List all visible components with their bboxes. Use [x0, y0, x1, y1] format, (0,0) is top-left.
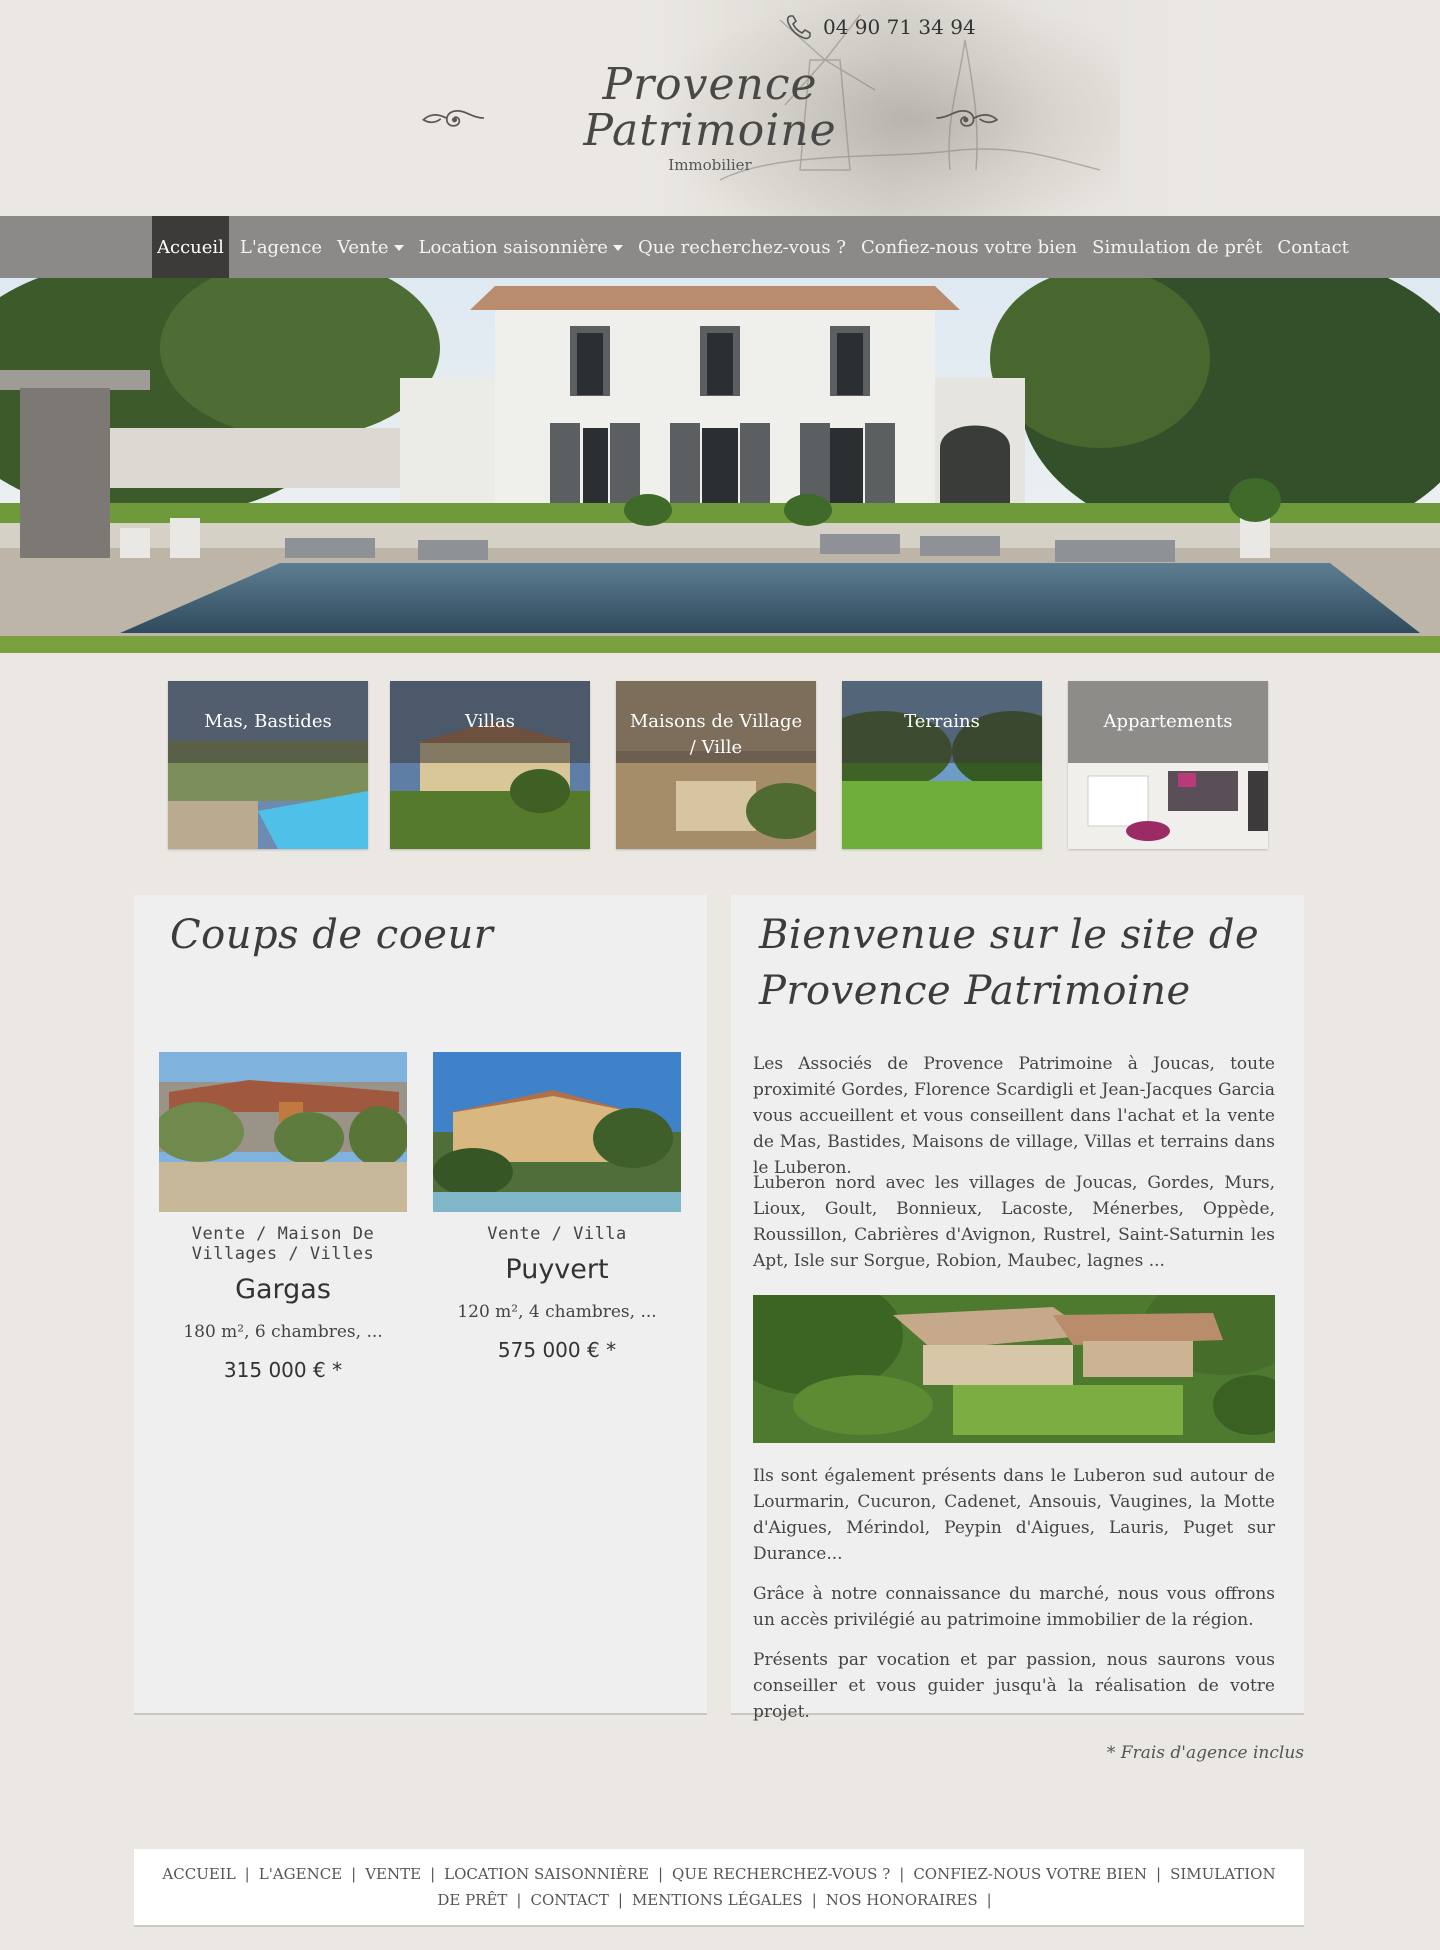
footer-separator: |: [351, 1865, 357, 1883]
main-nav: Accueil L'agence Vente Location saisonnière…: [0, 216, 1440, 278]
category-label: Appartements: [1068, 681, 1268, 763]
nav-item-label: Vente: [337, 236, 389, 258]
footer-separator: |: [657, 1865, 664, 1883]
footer-link[interactable]: L'AGENCE: [259, 1865, 342, 1883]
property-card[interactable]: Vente / Villa Puyvert 120 m², 4 chambres…: [433, 1052, 681, 1362]
category-tile[interactable]: Villas: [390, 681, 590, 849]
brand-title: Provence Patrimoine: [583, 59, 837, 156]
hero-banner-image: [0, 278, 1440, 653]
nav-item-3[interactable]: Location saisonnière: [415, 216, 627, 278]
welcome-paragraph: Les Associés de Provence Patrimoine à Jo…: [753, 1054, 1275, 1178]
footer-separator: |: [516, 1891, 522, 1909]
footer-link[interactable]: MENTIONS LÉGALES: [632, 1891, 803, 1909]
property-category: Vente / Maison De Villages / Villes: [191, 1224, 375, 1264]
nav-item-2[interactable]: Vente: [333, 216, 407, 278]
property-card[interactable]: Vente / Maison De Villages / Villes Garg…: [159, 1052, 407, 1382]
category-label: Terrains: [842, 681, 1042, 763]
property-description: 180 m², 6 chambres, ...: [183, 1322, 383, 1342]
footer-link[interactable]: NOS HONORAIRES: [826, 1891, 978, 1909]
footer-link[interactable]: VENTE: [365, 1865, 421, 1883]
footer-separator: |: [244, 1865, 250, 1883]
nav-item-label: Confiez-nous votre bien: [860, 236, 1078, 258]
property-category: Vente / Villa: [487, 1224, 627, 1244]
property-photo: [433, 1052, 681, 1212]
nav-item-label: Contact: [1277, 236, 1349, 258]
phone-icon: [786, 15, 811, 40]
caret-down-icon: [393, 245, 404, 251]
welcome-panel: Bienvenue sur le site de Provence Patrim…: [731, 895, 1304, 1722]
logo-swirl-right-icon: [936, 110, 998, 127]
footer-link[interactable]: CONTACT: [530, 1891, 608, 1909]
category-label: Maisons de Village / Ville: [616, 681, 816, 763]
footer-links: ACCUEIL | L'AGENCE | VENTE | LOCATION SAISONNI…: [134, 1849, 1304, 1927]
caret-down-icon: [612, 245, 623, 251]
aerial-property-photo: [753, 1295, 1275, 1443]
category-tile[interactable]: Terrains: [842, 681, 1042, 849]
nav-item-label: L'agence: [239, 236, 323, 258]
footer-separator: |: [811, 1891, 817, 1909]
property-price: 575 000 € *: [497, 1338, 617, 1362]
welcome-paragraph: Ils sont également présents dans le Lube…: [753, 1466, 1275, 1564]
nav-item-7[interactable]: Contact: [1273, 216, 1352, 278]
brand-subtitle: Immobilier: [668, 156, 752, 174]
footer-separator: |: [899, 1865, 905, 1883]
phone-number: 04 90 71 34 94: [823, 15, 976, 39]
category-label: Villas: [390, 681, 590, 763]
header-phone[interactable]: 04 90 71 34 94: [783, 10, 976, 44]
logo-swirl-left-icon: [422, 110, 484, 127]
nav-item-6[interactable]: Simulation de prêt: [1088, 216, 1266, 278]
property-price: 315 000 € *: [223, 1358, 343, 1382]
footer-separator: |: [430, 1865, 436, 1883]
footer-separator: |: [986, 1891, 992, 1909]
category-tile[interactable]: Mas, Bastides: [168, 681, 368, 849]
footer-link[interactable]: QUE RECHERCHEZ-VOUS ?: [672, 1865, 890, 1883]
category-label: Mas, Bastides: [168, 681, 368, 763]
footer-link[interactable]: LOCATION SAISONNIÈRE: [444, 1865, 649, 1883]
nav-item-1[interactable]: L'agence: [236, 216, 326, 278]
category-tiles: Mas, Bastides Villas Maisons de Village / …: [0, 681, 1440, 849]
featured-panel: Coups de coeur Vente / Maison De Village…: [134, 895, 707, 1715]
nav-item-label: Location saisonnière: [418, 236, 608, 258]
category-tile[interactable]: Appartements: [1068, 681, 1268, 849]
featured-title: Coups de coeur: [170, 912, 494, 958]
welcome-paragraph: Présents par vocation et par passion, no…: [753, 1650, 1275, 1722]
property-city: Puyvert: [505, 1254, 609, 1285]
nav-item-label: Accueil: [157, 236, 224, 258]
property-photo: [159, 1052, 407, 1212]
welcome-title: Bienvenue sur le site de Provence Patrim…: [759, 912, 1260, 1014]
site-logo[interactable]: Provence Patrimoine Immobilier: [420, 62, 1000, 174]
main-nav-items: Accueil L'agence Vente Location saisonnière…: [152, 216, 1360, 278]
footer-separator: |: [1156, 1865, 1162, 1883]
nav-item-4[interactable]: Que recherchez-vous ?: [634, 216, 850, 278]
nav-item-label: Que recherchez-vous ?: [637, 236, 846, 258]
agency-fees-note: * Frais d'agence inclus: [1106, 1743, 1304, 1763]
category-tile[interactable]: Maisons de Village / Ville: [616, 681, 816, 849]
nav-item-label: Simulation de prêt: [1092, 236, 1263, 258]
footer-link[interactable]: ACCUEIL: [162, 1865, 235, 1883]
nav-item-5[interactable]: Confiez-nous votre bien: [857, 216, 1081, 278]
property-description: 120 m², 4 chambres, ...: [457, 1302, 657, 1322]
welcome-paragraph: Grâce à notre connaissance du marché, no…: [753, 1584, 1275, 1630]
footer-link[interactable]: CONFIEZ-NOUS VOTRE BIEN: [913, 1865, 1147, 1883]
footer-separator: |: [617, 1891, 623, 1909]
welcome-paragraph: Luberon nord avec les villages de Joucas…: [753, 1173, 1275, 1271]
site-header: 04 90 71 34 94 Provence Patrimoine Immob…: [0, 0, 1440, 216]
property-city: Gargas: [235, 1274, 331, 1305]
nav-item-0[interactable]: Accueil: [152, 216, 229, 278]
